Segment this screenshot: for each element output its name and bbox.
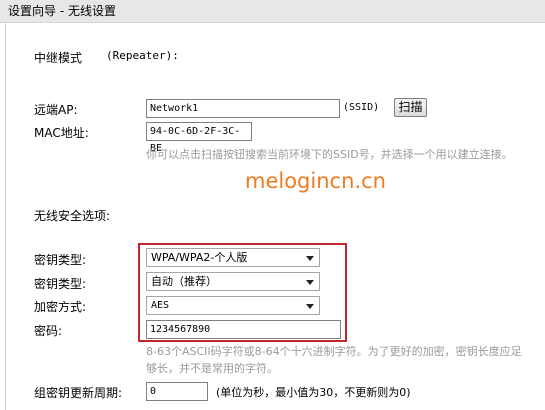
encryption-label: 加密方式:	[34, 300, 87, 314]
chevron-down-icon	[306, 280, 314, 285]
password-hint: 8-63个ASCII码字符或8-64个十六进制字符。为了更好的加密，密钥长度应足…	[146, 345, 522, 375]
security-section-label: 无线安全选项:	[34, 209, 111, 223]
scan-hint: 你可以点击扫描按钮搜索当前环境下的SSID号，并选择一个用以建立连接。	[146, 148, 513, 161]
encryption-select[interactable]: AES	[146, 296, 320, 315]
key-type-select-2-value: 自动（推荐）	[151, 275, 217, 288]
key-type-label-2: 密钥类型:	[34, 277, 87, 291]
watermark-logo: melogincn.cn	[245, 169, 386, 193]
scan-button[interactable]: 扫描	[394, 98, 427, 117]
key-type-label-1: 密钥类型:	[34, 253, 87, 267]
chevron-down-icon	[306, 256, 314, 261]
encryption-select-value: AES	[151, 300, 170, 311]
mac-label: MAC地址:	[34, 126, 89, 140]
rekey-input[interactable]: 0	[146, 382, 208, 401]
chevron-down-icon	[306, 304, 314, 309]
mac-input[interactable]: 94-0C-6D-2F-3C-BE	[146, 122, 252, 154]
key-type-select-2[interactable]: 自动（推荐）	[146, 272, 320, 291]
password-input[interactable]: 1234567890	[146, 320, 341, 339]
remote-ap-label: 远端AP:	[34, 103, 78, 117]
mode-label: 中继模式	[34, 51, 83, 65]
ssid-suffix: (SSID)	[343, 102, 380, 113]
page-title: 设置向导 - 无线设置	[0, 0, 545, 23]
ssid-input[interactable]: Network1	[146, 99, 340, 118]
key-type-select-1[interactable]: WPA/WPA2-个人版	[146, 248, 320, 267]
rekey-hint: (单位为秒，最小值为30，不更新则为0)	[216, 386, 411, 399]
mode-value: (Repeater):	[106, 49, 179, 62]
password-label: 密码:	[34, 324, 63, 338]
key-type-select-1-value: WPA/WPA2-个人版	[151, 251, 248, 264]
rekey-label: 组密钥更新周期:	[34, 386, 123, 400]
